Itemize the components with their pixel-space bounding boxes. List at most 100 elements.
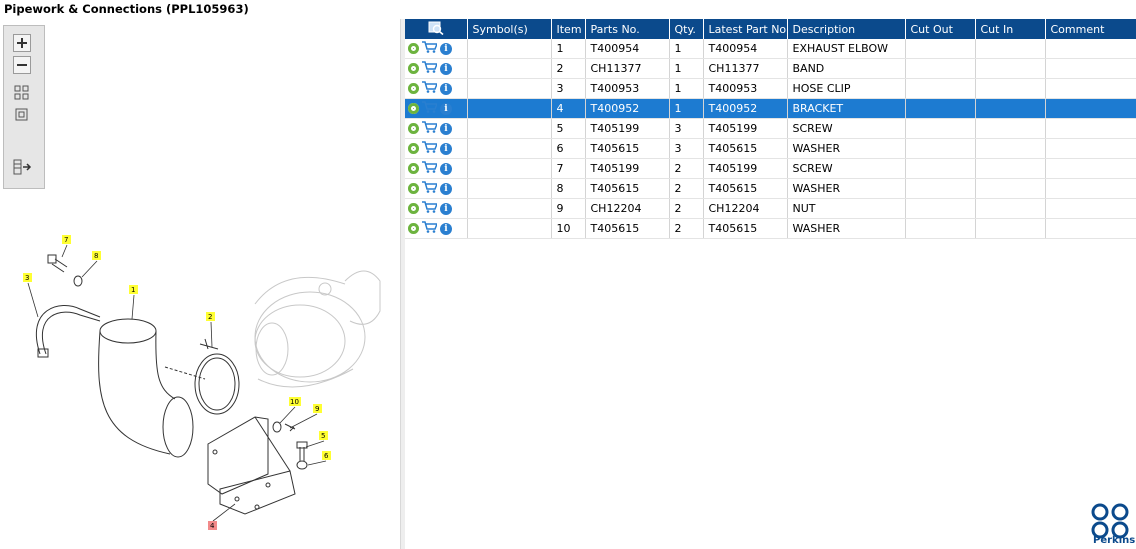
callout-1[interactable]: 1	[131, 286, 135, 294]
row-actions: i	[405, 158, 468, 179]
cell-description: WASHER	[787, 178, 906, 199]
table-row[interactable]: i 10 T405615 2 T405615 WASHER	[405, 218, 1136, 239]
info-icon[interactable]: i	[440, 142, 452, 155]
callout-10[interactable]: 10	[290, 398, 299, 406]
info-icon[interactable]: i	[440, 202, 452, 215]
cell-description: WASHER	[787, 218, 906, 239]
fit-all-icon[interactable]	[13, 84, 31, 102]
cart-icon[interactable]	[422, 221, 439, 236]
settings-icon[interactable]	[408, 183, 419, 194]
table-row[interactable]: i 8 T405615 2 T405615 WASHER	[405, 178, 1136, 199]
table-row[interactable]: i 5 T405199 3 T405199 SCREW	[405, 118, 1136, 139]
search-parts-icon[interactable]	[405, 19, 468, 39]
col-description[interactable]: Description	[787, 19, 906, 39]
info-icon[interactable]: i	[440, 62, 452, 75]
cell-comment	[1045, 98, 1136, 119]
zoom-out-icon[interactable]	[13, 56, 31, 74]
cart-icon[interactable]	[422, 161, 439, 176]
info-icon[interactable]: i	[440, 182, 452, 195]
callout-5[interactable]: 5	[321, 432, 325, 440]
col-cut-in[interactable]: Cut In	[975, 19, 1046, 39]
callout-3[interactable]: 3	[25, 274, 29, 282]
parts-list-pane: Symbol(s) Item Parts No. Qty. Latest Par…	[405, 19, 1136, 549]
cell-latest-part-no: T400954	[703, 39, 788, 59]
cell-comment	[1045, 118, 1136, 139]
settings-icon[interactable]	[408, 143, 419, 154]
info-icon[interactable]: i	[440, 102, 452, 115]
cell-symbols	[467, 198, 552, 219]
cell-comment	[1045, 218, 1136, 239]
cart-icon[interactable]	[422, 41, 439, 56]
info-icon[interactable]: i	[440, 122, 452, 135]
cell-cut-out	[905, 98, 976, 119]
cell-cut-out	[905, 138, 976, 159]
cart-icon[interactable]	[422, 181, 439, 196]
table-row[interactable]: i 3 T400953 1 T400953 HOSE CLIP	[405, 78, 1136, 99]
col-cut-out[interactable]: Cut Out	[905, 19, 976, 39]
cell-comment	[1045, 138, 1136, 159]
table-row[interactable]: i 7 T405199 2 T405199 SCREW	[405, 158, 1136, 179]
cell-cut-in	[975, 58, 1046, 79]
zoom-in-icon[interactable]	[13, 34, 31, 52]
cell-comment	[1045, 158, 1136, 179]
cell-description: WASHER	[787, 138, 906, 159]
table-row[interactable]: i 1 T400954 1 T400954 EXHAUST ELBOW	[405, 39, 1136, 59]
cell-qty: 3	[669, 118, 704, 139]
cart-icon[interactable]	[422, 141, 439, 156]
settings-icon[interactable]	[408, 43, 419, 54]
fit-page-icon[interactable]	[13, 106, 31, 124]
cell-qty: 2	[669, 218, 704, 239]
cell-cut-out	[905, 158, 976, 179]
col-qty[interactable]: Qty.	[669, 19, 704, 39]
settings-icon[interactable]	[408, 83, 419, 94]
settings-icon[interactable]	[408, 103, 419, 114]
cell-comment	[1045, 39, 1136, 59]
table-row[interactable]: i 6 T405615 3 T405615 WASHER	[405, 138, 1136, 159]
settings-icon[interactable]	[408, 123, 419, 134]
settings-icon[interactable]	[408, 63, 419, 74]
cell-latest-part-no: T405199	[703, 158, 788, 179]
callout-4[interactable]: 4	[210, 522, 215, 530]
info-icon[interactable]: i	[440, 42, 452, 55]
settings-icon[interactable]	[408, 163, 419, 174]
col-item[interactable]: Item	[551, 19, 586, 39]
callout-2[interactable]: 2	[208, 313, 212, 321]
cell-comment	[1045, 198, 1136, 219]
row-actions: i	[405, 218, 468, 239]
table-row[interactable]: i 2 CH11377 1 CH11377 BAND	[405, 58, 1136, 79]
cart-icon[interactable]	[422, 61, 439, 76]
cell-latest-part-no: T400953	[703, 78, 788, 99]
cell-description: NUT	[787, 198, 906, 219]
table-header: Symbol(s) Item Parts No. Qty. Latest Par…	[405, 19, 1136, 39]
cell-item: 9	[551, 198, 586, 219]
cart-icon[interactable]	[422, 121, 439, 136]
info-icon[interactable]: i	[440, 222, 452, 235]
col-comment[interactable]: Comment	[1045, 19, 1136, 39]
callout-8[interactable]: 8	[94, 252, 98, 260]
cell-description: BRACKET	[787, 98, 906, 119]
cell-qty: 1	[669, 98, 704, 119]
cell-comment	[1045, 58, 1136, 79]
info-icon[interactable]: i	[440, 82, 452, 95]
cell-qty: 3	[669, 138, 704, 159]
callout-9[interactable]: 9	[315, 405, 319, 413]
settings-icon[interactable]	[408, 203, 419, 214]
col-parts-no[interactable]: Parts No.	[585, 19, 670, 39]
diagram-pane[interactable]: 7 8 3 1 2 10 9 5 6 4	[0, 19, 400, 549]
cart-icon[interactable]	[422, 81, 439, 96]
row-actions: i	[405, 39, 468, 59]
settings-icon[interactable]	[408, 223, 419, 234]
cart-icon[interactable]	[422, 101, 439, 116]
table-row[interactable]: i 4 T400952 1 T400952 BRACKET	[405, 98, 1136, 119]
callout-6[interactable]: 6	[324, 452, 329, 460]
cell-symbols	[467, 39, 552, 59]
col-symbols[interactable]: Symbol(s)	[467, 19, 552, 39]
cart-icon[interactable]	[422, 201, 439, 216]
cell-qty: 1	[669, 39, 704, 59]
col-latest-part-no[interactable]: Latest Part No.	[703, 19, 788, 39]
cell-cut-in	[975, 198, 1046, 219]
table-row[interactable]: i 9 CH12204 2 CH12204 NUT	[405, 198, 1136, 219]
callout-7[interactable]: 7	[64, 236, 68, 244]
export-list-icon[interactable]	[13, 158, 32, 176]
info-icon[interactable]: i	[440, 162, 452, 175]
